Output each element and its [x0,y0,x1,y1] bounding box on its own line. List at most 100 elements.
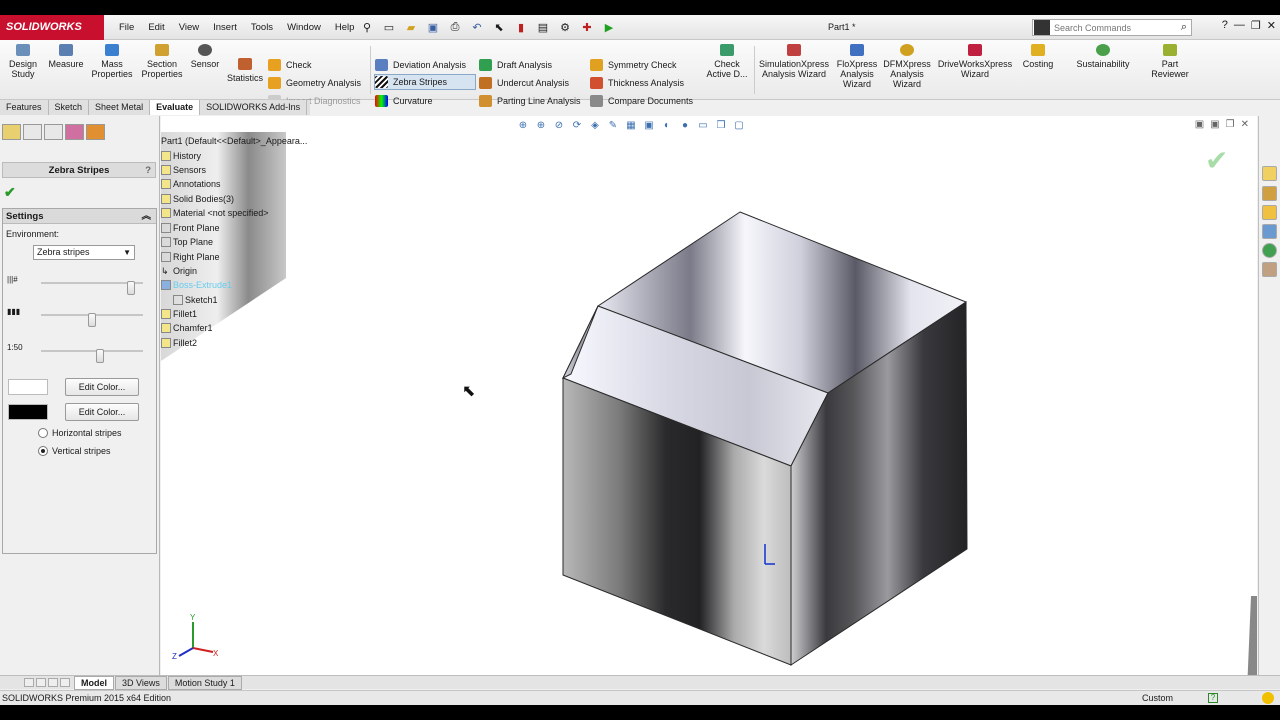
solidworks-logo[interactable]: SOLIDWORKS [0,15,104,40]
draft-analysis-button[interactable]: Draft Analysis [479,57,552,73]
edition-text: SOLIDWORKS Premium 2015 x64 Edition [2,693,172,703]
display-manager-tab-icon[interactable] [86,124,105,140]
menu-tools[interactable]: Tools [244,15,280,40]
deviation-analysis-button[interactable]: Deviation Analysis [375,57,466,73]
compare-documents-button[interactable]: Compare Documents [590,93,693,109]
sustainability-button[interactable]: Sustainability [1072,44,1134,69]
play-icon[interactable]: ▶ [600,19,618,36]
configuration-manager-tab-icon[interactable] [44,124,63,140]
previous-tab-icon[interactable] [36,678,46,687]
stripe-width-thumb[interactable] [88,313,96,327]
unit-system-label[interactable]: Custom [1142,691,1173,705]
stripe-count-thumb[interactable] [127,281,136,295]
tab-motion-study[interactable]: Motion Study 1 [167,675,242,690]
options-icon[interactable]: ⚙ [556,19,574,36]
search-commands-box[interactable]: Search Commands ⌕ [1032,19,1192,36]
undercut-analysis-button[interactable]: Undercut Analysis [479,75,569,91]
floxpress-button[interactable]: FloXpress Analysis Wizard [835,44,879,89]
tab-model[interactable]: Model [74,675,114,690]
menu-insert[interactable]: Insert [206,15,244,40]
next-tab-icon[interactable] [48,678,58,687]
solidworks-resources-icon[interactable] [1262,166,1277,181]
thickness-analysis-button[interactable]: Thickness Analysis [590,75,684,91]
dfmxpress-button[interactable]: DFMXpress Analysis Wizard [883,44,931,89]
design-library-icon[interactable] [1262,186,1277,201]
tab-3d-views[interactable]: 3D Views [115,675,167,690]
menu-view[interactable]: View [172,15,206,40]
rebuild-icon[interactable]: ✚ [578,19,596,36]
symmetry-check-button[interactable]: Symmetry Check [590,57,677,73]
stripe-precision-thumb[interactable] [95,349,104,363]
new-document-icon[interactable]: ▭ [380,19,398,36]
menu-edit[interactable]: Edit [141,15,171,40]
tab-sketch[interactable]: Sketch [49,100,90,115]
help-icon[interactable]: ? [1222,19,1228,32]
undo-icon[interactable]: ↶ [468,19,486,36]
stripe-precision-track[interactable] [41,349,143,363]
zebra-stripes-button[interactable]: Zebra Stripes [374,74,476,90]
part-reviewer-icon [1163,44,1177,56]
dimxpert-manager-tab-icon[interactable] [65,124,84,140]
menu-file[interactable]: File [112,15,141,40]
menu-window[interactable]: Window [280,15,328,40]
statistics-button[interactable]: Statistics [224,58,266,83]
help-icon[interactable]: ? [145,163,151,178]
collapse-chevron-icon[interactable]: ︽ [141,209,151,224]
curvature-button[interactable]: Curvature [375,93,433,109]
simulationxpress-button[interactable]: SimulationXpress Analysis Wizard [757,44,831,79]
first-tab-icon[interactable] [24,678,34,687]
vertical-radio-dot[interactable] [38,446,48,456]
design-study-button[interactable]: Design Study [6,44,40,79]
parting-line-analysis-button[interactable]: Parting Line Analysis [479,93,581,109]
ok-checkmark-icon[interactable]: ✔ [4,184,16,201]
close-icon[interactable]: ✕ [1267,19,1276,32]
restore-icon[interactable]: ❐ [1251,19,1261,32]
custom-properties-icon[interactable] [1262,262,1277,277]
mass-properties-button[interactable]: Mass Properties [88,44,136,79]
horizontal-stripes-radio[interactable]: Horizontal stripes [38,428,122,438]
property-manager-tab-icon[interactable] [23,124,42,140]
view-palette-icon[interactable] [1262,224,1277,239]
stripe-count-track[interactable] [41,281,143,295]
part-reviewer-button[interactable]: Part Reviewer [1148,44,1192,79]
horizontal-stripes-label: Horizontal stripes [52,428,122,438]
check-button[interactable]: Check [268,57,312,73]
search-icon[interactable]: ⌕ [1181,21,1191,34]
tab-features[interactable]: Features [0,100,49,115]
print-icon[interactable]: ⎙ [446,19,464,36]
settings-header[interactable]: Settings ︽ [3,209,156,224]
sensor-button[interactable]: Sensor [188,44,222,69]
menu-help[interactable]: Help [328,15,362,40]
tab-solidworks-add-ins[interactable]: SOLIDWORKS Add-Ins [200,100,308,115]
file-properties-icon[interactable]: ▤ [534,19,552,36]
appearances-scenes-icon[interactable] [1262,243,1277,258]
tab-sheet-metal[interactable]: Sheet Metal [89,100,151,115]
open-icon[interactable]: ▰ [402,19,420,36]
select-icon[interactable]: ⬉ [490,19,508,36]
environment-select[interactable]: Zebra stripes ▼ [33,245,135,260]
edit-background-color-button[interactable]: Edit Color... [65,403,139,421]
driveworksxpress-button[interactable]: DriveWorksXpress Wizard [936,44,1014,79]
graphics-area[interactable]: Part1 (Default<<Default>_Appeara... Hist… [161,116,1257,680]
quick-tips-icon[interactable]: ? [1208,693,1218,703]
tab-evaluate[interactable]: Evaluate [150,100,201,115]
feature-manager-tab-icon[interactable] [2,124,21,140]
check-active-document-button[interactable]: Check Active D... [704,44,750,79]
pin-icon[interactable]: ⚲ [358,19,376,36]
save-icon[interactable]: ▣ [424,19,442,36]
measure-button[interactable]: Measure [46,44,86,69]
edit-stripe-color-button[interactable]: Edit Color... [65,378,139,396]
rebuild-warning-icon[interactable] [1262,692,1274,704]
geometry-analysis-button[interactable]: Geometry Analysis [268,75,361,91]
stripe-width-track[interactable] [41,313,143,327]
minimize-icon[interactable]: — [1234,19,1245,32]
vertical-stripes-radio[interactable]: Vertical stripes [38,446,111,456]
horizontal-radio-dot[interactable] [38,428,48,438]
section-properties-button[interactable]: Section Properties [138,44,186,79]
traffic-light-icon[interactable]: ▮ [512,19,530,36]
model-zebra-view[interactable]: Y X Z [161,116,1257,680]
search-input[interactable]: Search Commands [1050,23,1181,33]
last-tab-icon[interactable] [60,678,70,687]
file-explorer-icon[interactable] [1262,205,1277,220]
costing-button[interactable]: Costing [1018,44,1058,69]
